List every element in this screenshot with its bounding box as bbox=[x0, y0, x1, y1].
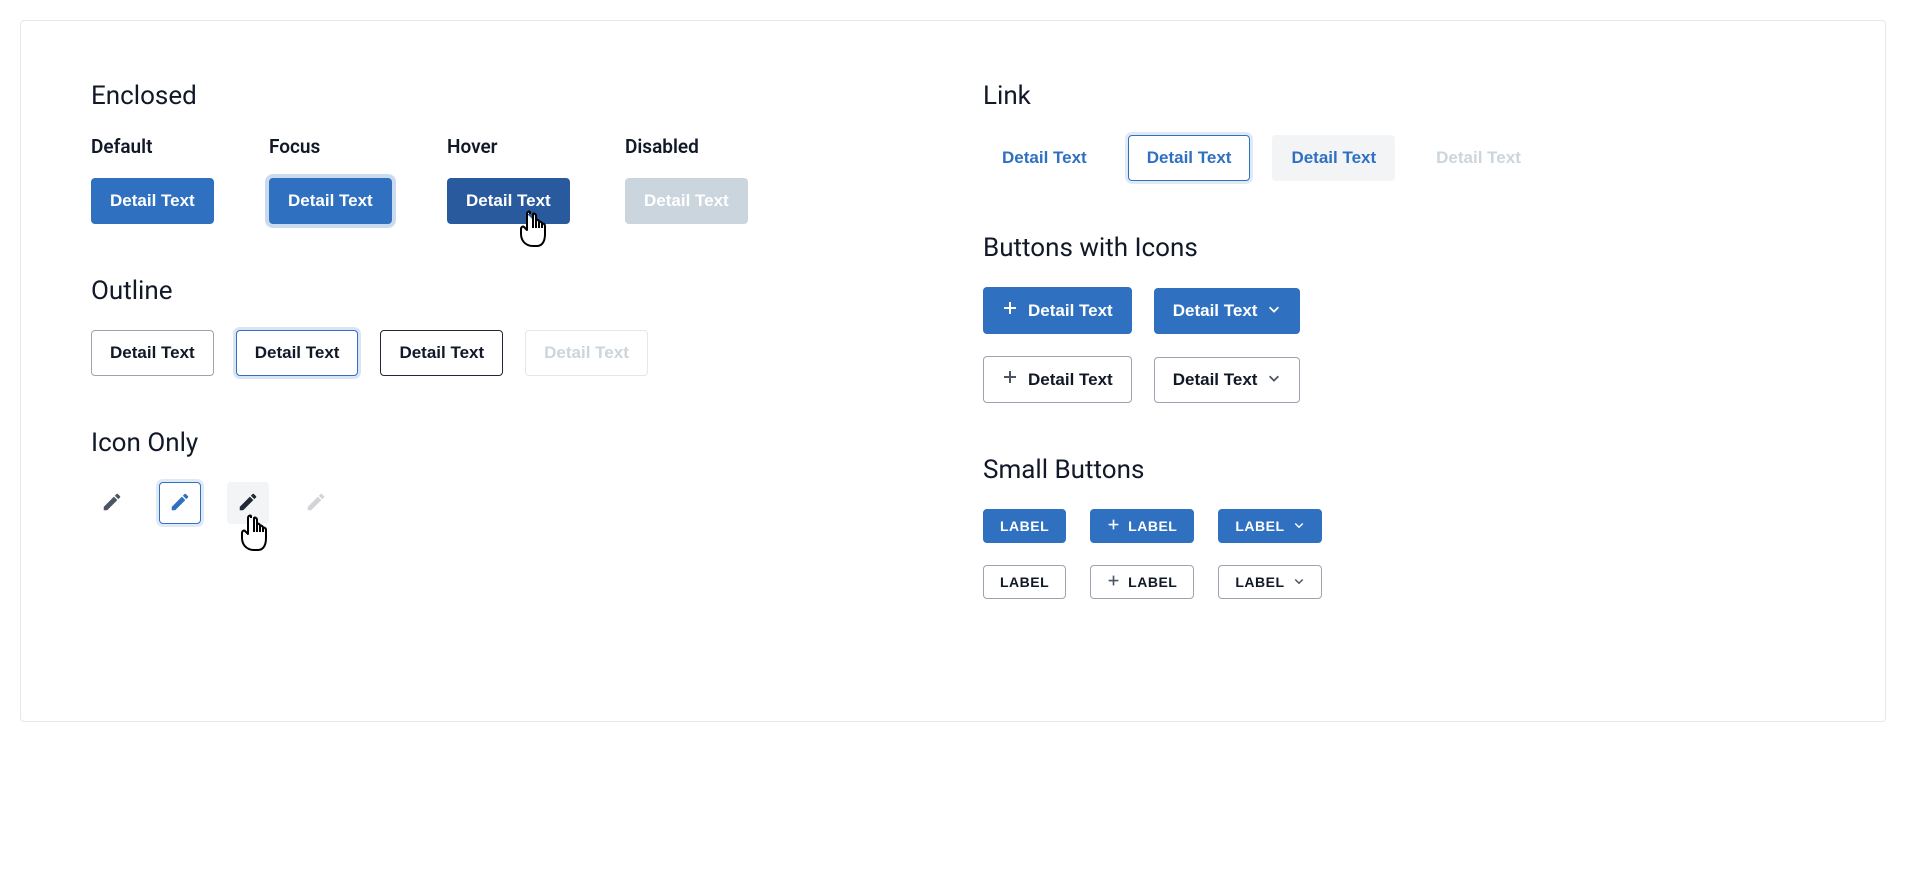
pencil-icon bbox=[237, 491, 259, 516]
section-title-buttons-with-icons: Buttons with Icons bbox=[983, 233, 1815, 263]
button-primary-plus[interactable]: Detail Text bbox=[983, 287, 1132, 334]
section-title-outline: Outline bbox=[91, 276, 923, 306]
plus-icon bbox=[1002, 300, 1018, 321]
button-label: LABEL bbox=[1000, 574, 1049, 590]
button-label: Detail Text bbox=[644, 191, 729, 211]
button-small-outline-chevron[interactable]: LABEL bbox=[1218, 565, 1321, 599]
icon-button-focus[interactable] bbox=[159, 482, 201, 524]
button-label: Detail Text bbox=[110, 191, 195, 211]
plus-icon bbox=[1107, 574, 1120, 590]
section-small-buttons: Small Buttons LABEL LABEL LABEL bbox=[983, 455, 1815, 599]
plus-icon bbox=[1107, 518, 1120, 534]
button-primary-default[interactable]: Detail Text bbox=[91, 178, 214, 224]
link-row: Detail Text Detail Text Detail Text Deta… bbox=[983, 135, 1815, 181]
button-primary-disabled: Detail Text bbox=[625, 178, 748, 224]
section-title-enclosed: Enclosed bbox=[91, 81, 923, 111]
button-label: LABEL bbox=[1128, 518, 1177, 534]
button-primary-focus[interactable]: Detail Text bbox=[269, 178, 392, 224]
cursor-hand-icon bbox=[236, 514, 272, 557]
plus-icon bbox=[1002, 369, 1018, 390]
button-label: LABEL bbox=[1000, 518, 1049, 534]
chevron-down-icon bbox=[1293, 574, 1305, 590]
section-outline: Outline Detail Text Detail Text Detail T… bbox=[91, 276, 923, 376]
button-label: Detail Text bbox=[1173, 370, 1258, 390]
button-outline-plus[interactable]: Detail Text bbox=[983, 356, 1132, 403]
button-label: Detail Text bbox=[1147, 148, 1232, 168]
button-label: Detail Text bbox=[288, 191, 373, 211]
button-link-disabled: Detail Text bbox=[1417, 135, 1540, 181]
button-small-primary-chevron[interactable]: LABEL bbox=[1218, 509, 1321, 543]
button-outline-hover[interactable]: Detail Text bbox=[380, 330, 503, 376]
icon-only-row bbox=[91, 482, 923, 524]
enclosed-disabled-col: Disabled Detail Text bbox=[625, 135, 781, 224]
button-outline-disabled: Detail Text bbox=[525, 330, 648, 376]
left-column: Enclosed Default Detail Text Focus Detai… bbox=[91, 81, 923, 651]
state-label-disabled: Disabled bbox=[625, 135, 781, 158]
chevron-down-icon bbox=[1267, 370, 1281, 390]
button-label: Detail Text bbox=[544, 343, 629, 363]
style-guide-canvas: Enclosed Default Detail Text Focus Detai… bbox=[20, 20, 1886, 722]
right-column: Link Detail Text Detail Text Detail Text… bbox=[983, 81, 1815, 651]
button-label: LABEL bbox=[1128, 574, 1177, 590]
enclosed-default-col: Default Detail Text bbox=[91, 135, 247, 224]
cursor-hand-icon bbox=[515, 210, 551, 255]
button-link-hover[interactable]: Detail Text bbox=[1272, 135, 1395, 181]
icon-button-disabled bbox=[295, 482, 337, 524]
chevron-down-icon bbox=[1293, 518, 1305, 534]
pencil-icon bbox=[169, 491, 191, 516]
button-label: Detail Text bbox=[255, 343, 340, 363]
pencil-icon bbox=[101, 491, 123, 516]
section-enclosed: Enclosed Default Detail Text Focus Detai… bbox=[91, 81, 923, 224]
enclosed-hover-col: Hover Detail Text bbox=[447, 135, 603, 224]
section-link: Link Detail Text Detail Text Detail Text… bbox=[983, 81, 1815, 181]
button-label: Detail Text bbox=[1028, 301, 1113, 321]
button-outline-chevron[interactable]: Detail Text bbox=[1154, 357, 1301, 403]
small-buttons-outline-row: LABEL LABEL LABEL bbox=[983, 565, 1815, 599]
button-label: Detail Text bbox=[1028, 370, 1113, 390]
button-primary-hover[interactable]: Detail Text bbox=[447, 178, 570, 224]
section-icon-only: Icon Only bbox=[91, 428, 923, 524]
icon-buttons-primary-row: Detail Text Detail Text bbox=[983, 287, 1815, 334]
button-label: LABEL bbox=[1235, 574, 1284, 590]
button-label: Detail Text bbox=[1002, 148, 1087, 168]
enclosed-state-row: Default Detail Text Focus Detail Text Ho… bbox=[91, 135, 923, 224]
section-title-icon-only: Icon Only bbox=[91, 428, 923, 458]
state-label-hover: Hover bbox=[447, 135, 603, 158]
button-outline-default[interactable]: Detail Text bbox=[91, 330, 214, 376]
button-link-default[interactable]: Detail Text bbox=[983, 135, 1106, 181]
button-primary-chevron[interactable]: Detail Text bbox=[1154, 288, 1301, 334]
button-label: Detail Text bbox=[1173, 301, 1258, 321]
enclosed-focus-col: Focus Detail Text bbox=[269, 135, 425, 224]
button-label: Detail Text bbox=[110, 343, 195, 363]
state-label-default: Default bbox=[91, 135, 247, 158]
button-small-primary[interactable]: LABEL bbox=[983, 509, 1066, 543]
outline-row: Detail Text Detail Text Detail Text Deta… bbox=[91, 330, 923, 376]
button-outline-focus[interactable]: Detail Text bbox=[236, 330, 359, 376]
pencil-icon bbox=[305, 491, 327, 516]
button-small-outline[interactable]: LABEL bbox=[983, 565, 1066, 599]
chevron-down-icon bbox=[1267, 301, 1281, 321]
state-label-focus: Focus bbox=[269, 135, 425, 158]
icon-button-default[interactable] bbox=[91, 482, 133, 524]
icon-button-hover[interactable] bbox=[227, 482, 269, 524]
section-buttons-with-icons: Buttons with Icons Detail Text Detail Te… bbox=[983, 233, 1815, 403]
button-label: Detail Text bbox=[466, 191, 551, 211]
section-title-link: Link bbox=[983, 81, 1815, 111]
section-title-small-buttons: Small Buttons bbox=[983, 455, 1815, 485]
button-link-focus[interactable]: Detail Text bbox=[1128, 135, 1251, 181]
button-small-primary-plus[interactable]: LABEL bbox=[1090, 509, 1194, 543]
button-label: LABEL bbox=[1235, 518, 1284, 534]
icon-buttons-outline-row: Detail Text Detail Text bbox=[983, 356, 1815, 403]
button-label: Detail Text bbox=[1436, 148, 1521, 168]
small-buttons-primary-row: LABEL LABEL LABEL bbox=[983, 509, 1815, 543]
button-small-outline-plus[interactable]: LABEL bbox=[1090, 565, 1194, 599]
button-label: Detail Text bbox=[399, 343, 484, 363]
button-label: Detail Text bbox=[1291, 148, 1376, 168]
